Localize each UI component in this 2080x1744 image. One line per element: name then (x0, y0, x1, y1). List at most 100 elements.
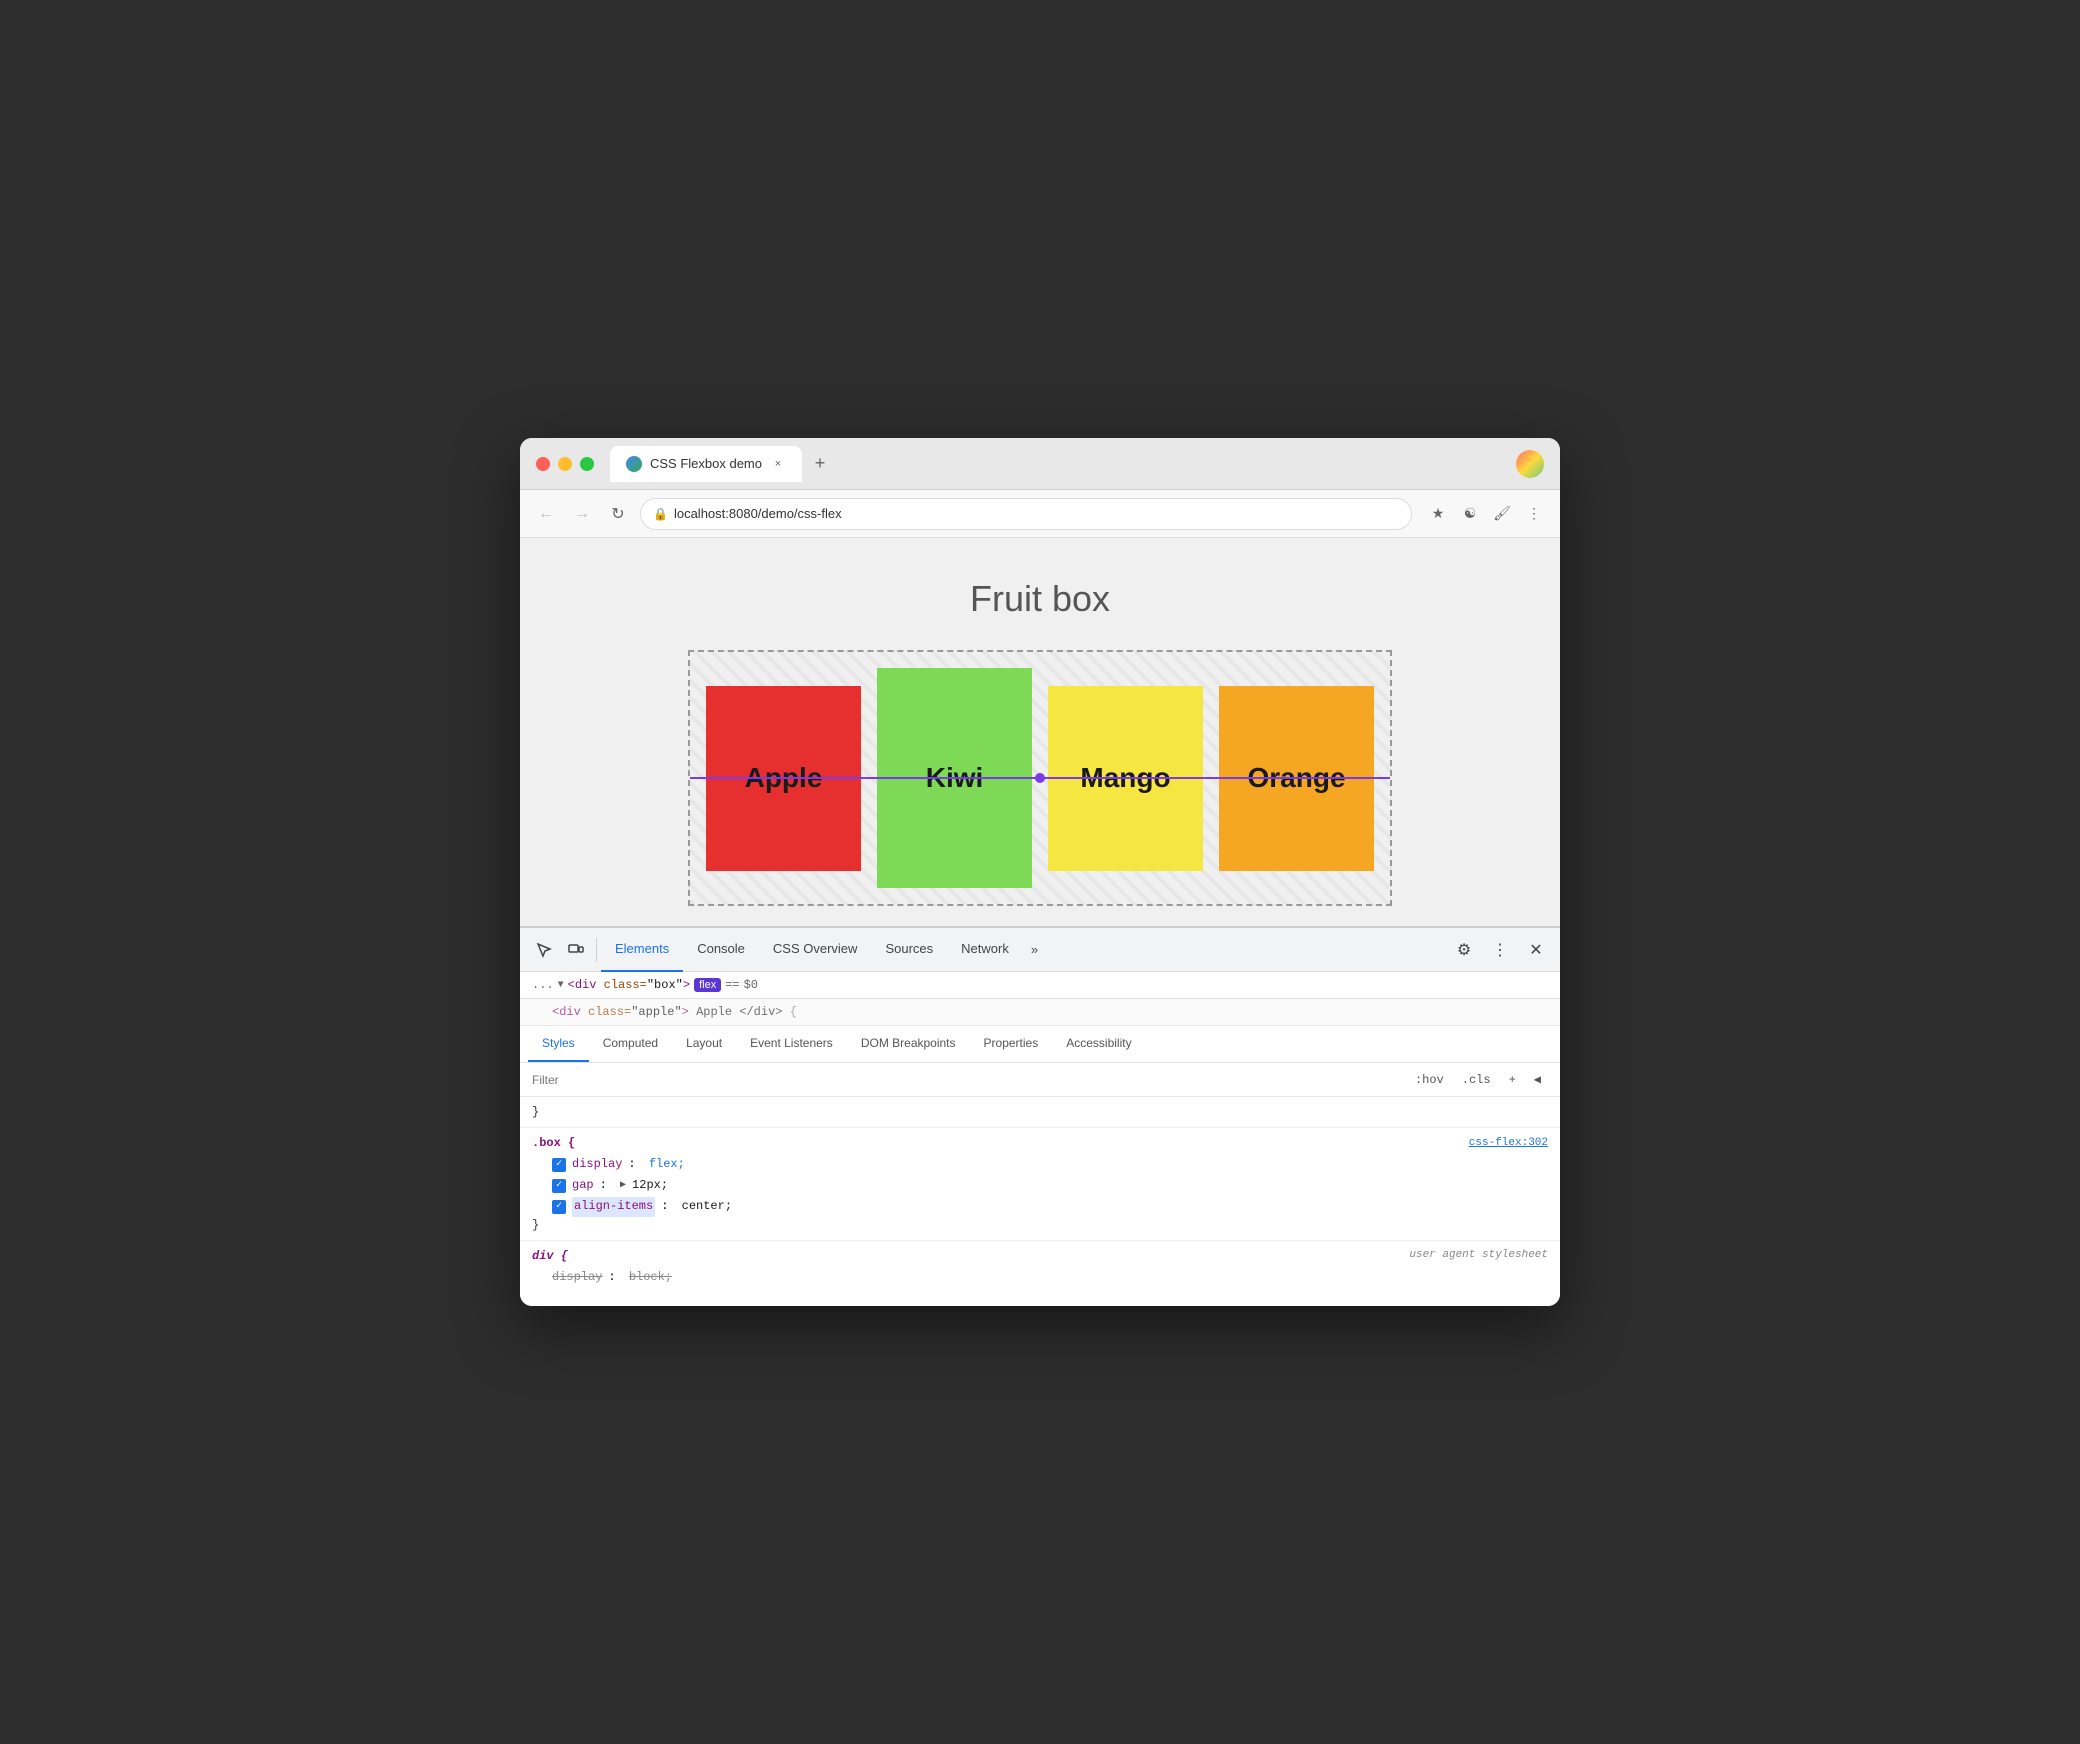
styles-colon-1: : (628, 1155, 642, 1174)
traffic-lights (536, 457, 594, 471)
page-content: Fruit box Apple Kiwi Mango Orange (520, 538, 1560, 926)
styles-display-checkbox[interactable] (552, 1158, 566, 1172)
dom-dollar: $0 (744, 978, 758, 992)
inner-tab-computed[interactable]: Computed (589, 1026, 672, 1062)
styles-user-agent-label: user agent stylesheet (1409, 1249, 1548, 1263)
close-devtools-button[interactable]: ✕ (1520, 934, 1552, 966)
back-button[interactable]: ← (532, 500, 560, 528)
styles-align-row: align-items : center; (552, 1196, 1548, 1217)
inner-tab-properties[interactable]: Properties (970, 1026, 1053, 1062)
inner-tab-layout[interactable]: Layout (672, 1026, 736, 1062)
flex-demo-container: Apple Kiwi Mango Orange (688, 650, 1392, 906)
menu-button[interactable]: ⋮ (1520, 500, 1548, 528)
styles-gap-triangle[interactable]: ▶ (620, 1178, 626, 1194)
styles-display-name: display (572, 1155, 622, 1174)
dom-equals: == (725, 978, 739, 992)
flex-gap-indicator (1035, 773, 1045, 783)
fruit-apple: Apple (706, 686, 861, 871)
tab-title: CSS Flexbox demo (650, 456, 762, 471)
styles-filter-row: :hov .cls + ◀ (520, 1063, 1560, 1097)
styles-gap-checkbox[interactable] (552, 1179, 566, 1193)
tab-sources[interactable]: Sources (871, 928, 947, 972)
styles-colon-2: : (600, 1176, 614, 1195)
inner-tab-styles[interactable]: Styles (528, 1026, 589, 1062)
inner-tab-dom-breakpoints[interactable]: DOM Breakpoints (847, 1026, 970, 1062)
add-style-button[interactable]: + (1502, 1070, 1523, 1090)
reload-button[interactable]: ↻ (604, 500, 632, 528)
lock-icon: 🔒 (653, 507, 668, 521)
styles-display-block-name: display (552, 1268, 602, 1287)
styles-gap-row: gap : ▶ 12px; (552, 1175, 1548, 1196)
settings-button[interactable]: ⚙ (1448, 934, 1480, 966)
styles-display-block-row: display : block; (552, 1267, 1548, 1288)
dropper-button[interactable]: 🖌 (1488, 500, 1516, 528)
sidebar-toggle-button[interactable]: ◀ (1527, 1069, 1548, 1090)
url-bar[interactable]: 🔒 localhost:8080/demo/css-flex (640, 498, 1412, 530)
bookmark-button[interactable]: ★ (1424, 500, 1452, 528)
styles-box-close-brace: } (532, 1218, 1548, 1232)
styles-display-block-value: block; (629, 1268, 672, 1287)
dom-attr-value: "box" (647, 978, 683, 992)
styles-box-selector: .box { (532, 1136, 575, 1150)
styles-source-link[interactable]: css-flex:302 (1469, 1137, 1548, 1149)
styles-align-checkbox[interactable] (552, 1200, 566, 1214)
styles-rule-header: .box { css-flex:302 (532, 1136, 1548, 1150)
browser-window: CSS Flexbox demo × + ← → ↻ 🔒 localhost:8… (520, 438, 1560, 1306)
styles-filter-buttons: :hov .cls + ◀ (1408, 1069, 1548, 1090)
cls-button[interactable]: .cls (1455, 1070, 1498, 1090)
minimize-button[interactable] (558, 457, 572, 471)
styles-div-selector: div { (532, 1249, 568, 1263)
fruit-mango: Mango (1048, 686, 1203, 871)
inner-tabs-bar: Styles Computed Layout Event Listeners D… (520, 1026, 1560, 1063)
tab-elements[interactable]: Elements (601, 928, 683, 972)
styles-align-name: align-items (572, 1197, 655, 1216)
tab-close-button[interactable]: × (770, 456, 786, 472)
styles-gap-name: gap (572, 1176, 594, 1195)
forward-button[interactable]: → (568, 500, 596, 528)
dom-flex-badge: flex (694, 978, 721, 992)
devtools-panel: Elements Console CSS Overview Sources Ne… (520, 926, 1560, 1306)
dom-triangle: ▼ (558, 980, 564, 991)
styles-display-value: flex; (649, 1155, 685, 1174)
fruit-kiwi: Kiwi (877, 668, 1032, 888)
profile-icon[interactable] (1516, 450, 1544, 478)
device-toolbar-button[interactable] (560, 934, 592, 966)
styles-box-rule: .box { css-flex:302 display : flex; gap … (520, 1128, 1560, 1241)
styles-user-agent-section: div { user agent stylesheet display : bl… (520, 1241, 1560, 1296)
tab-network[interactable]: Network (947, 928, 1023, 972)
tab-css-overview[interactable]: CSS Overview (759, 928, 872, 972)
styles-colon-3: : (661, 1197, 675, 1216)
styles-gap-value: 12px; (632, 1176, 668, 1195)
new-tab-button[interactable]: + (806, 450, 834, 478)
styles-filter-input[interactable] (532, 1073, 1400, 1087)
dom-ellipsis[interactable]: ... (532, 978, 554, 992)
hov-button[interactable]: :hov (1408, 1070, 1451, 1090)
styles-align-value: center; (682, 1197, 732, 1216)
styles-empty-brace: } (532, 1105, 539, 1119)
address-actions: ★ ☯ 🖌 ⋮ (1424, 500, 1548, 528)
devtools-toolbar: Elements Console CSS Overview Sources Ne… (520, 928, 1560, 972)
dom-tag: <div (568, 978, 604, 992)
tab-bar: CSS Flexbox demo × + (610, 446, 1508, 482)
devtools-right-buttons: ⚙ ⋮ ✕ (1448, 934, 1552, 966)
url-text: localhost:8080/demo/css-flex (674, 506, 842, 521)
inner-tab-accessibility[interactable]: Accessibility (1052, 1026, 1145, 1062)
styles-user-agent-header: div { user agent stylesheet (532, 1249, 1548, 1263)
styles-empty-section: } (520, 1097, 1560, 1128)
maximize-button[interactable] (580, 457, 594, 471)
tab-console[interactable]: Console (683, 928, 759, 972)
dom-tag-close: > (683, 978, 690, 992)
more-tabs-button[interactable]: » (1023, 928, 1046, 972)
fruit-orange: Orange (1219, 686, 1374, 871)
dom-element-start: <div class="box"> (568, 978, 690, 992)
customize-button[interactable]: ⋮ (1484, 934, 1516, 966)
close-button[interactable] (536, 457, 550, 471)
inner-tab-event-listeners[interactable]: Event Listeners (736, 1026, 847, 1062)
active-tab[interactable]: CSS Flexbox demo × (610, 446, 802, 482)
tab-favicon (626, 456, 642, 472)
dom-breadcrumb: ... ▼ <div class="box"> flex == $0 (520, 972, 1560, 999)
dom-child-line: <div class="apple"> Apple </div> { (520, 999, 1560, 1026)
element-picker-button[interactable] (528, 934, 560, 966)
extensions-button[interactable]: ☯ (1456, 500, 1484, 528)
styles-display-row: display : flex; (552, 1154, 1548, 1175)
